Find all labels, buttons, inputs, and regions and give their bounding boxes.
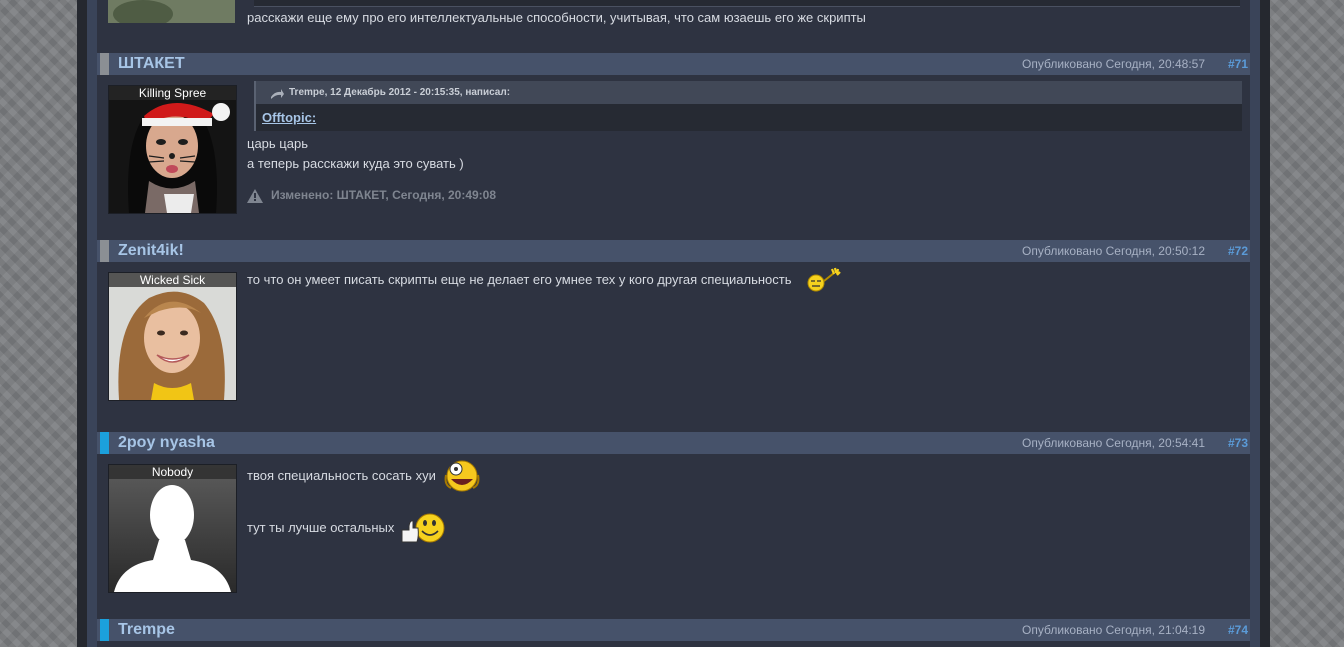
forum-frame: расскажи еще ему про его интеллектуальны… (87, 0, 1260, 647)
reply-arrow-icon (270, 87, 284, 105)
user-rank-title: Killing Spree (109, 86, 236, 100)
edit-note-text: Изменено: ШТАКЕТ, Сегодня, 20:49:08 (271, 188, 497, 202)
post-number-link[interactable]: #72 (1228, 244, 1248, 258)
post-text: расскажи еще ему про его интеллектуальны… (247, 10, 866, 25)
post-date: Опубликовано Сегодня, 21:04:19 (1022, 623, 1205, 637)
post-date: Опубликовано Сегодня, 20:54:41 (1022, 436, 1205, 450)
post-header: Zenit4ik! Опубликовано Сегодня, 20:50:12… (97, 240, 1250, 262)
smiley-laugh-icon (442, 459, 482, 498)
quote-body: Offtopic: (254, 104, 1242, 131)
post-number-link[interactable]: #74 (1228, 623, 1248, 637)
post-header: 2poy nyasha Опубликовано Сегодня, 20:54:… (97, 432, 1250, 454)
author-name[interactable]: Zenit4ik! (118, 242, 184, 260)
author-name[interactable]: ШТАКЕТ (118, 55, 185, 73)
online-marker (100, 619, 109, 641)
avatar[interactable]: Killing Spree (108, 85, 237, 214)
forum-outer-frame: расскажи еще ему про его интеллектуальны… (77, 0, 1270, 647)
post-number-link[interactable]: #71 (1228, 57, 1248, 71)
post-text-line: а теперь расскажи куда это сувать ) (247, 156, 464, 171)
author-name[interactable]: Trempe (118, 621, 175, 639)
user-rank-title: Wicked Sick (109, 273, 236, 287)
smiley-thumbs-up-icon (399, 512, 447, 551)
post-text: то что он умеет писать скрипты еще не де… (247, 272, 792, 287)
smiley-wave-icon (806, 267, 842, 298)
quote-header: Trempe, 12 Декабрь 2012 - 20:15:35, напи… (254, 81, 1242, 104)
warning-icon (247, 189, 263, 206)
spoiler-link[interactable]: Offtopic: (262, 110, 316, 125)
offline-marker (100, 53, 109, 75)
post-number-link[interactable]: #73 (1228, 436, 1248, 450)
post-header: ШТАКЕТ Опубликовано Сегодня, 20:48:57 #7… (97, 53, 1250, 75)
quote-end (254, 0, 1240, 7)
post-text-line: твоя специальность сосать хуи (247, 468, 436, 483)
online-marker (100, 432, 109, 454)
quote-author: Trempe, 12 Декабрь 2012 - 20:15:35, напи… (289, 87, 511, 98)
avatar[interactable]: Nobody (108, 464, 237, 593)
author-name[interactable]: 2poy nyasha (118, 434, 215, 452)
avatar[interactable]: Wicked Sick (108, 272, 237, 401)
user-rank-title: Nobody (109, 465, 236, 479)
offline-marker (100, 240, 109, 262)
post-date: Опубликовано Сегодня, 20:48:57 (1022, 57, 1205, 71)
topic-posts: расскажи еще ему про его интеллектуальны… (97, 0, 1250, 647)
post-text-line: тут ты лучше остальных (247, 520, 395, 535)
post-date: Опубликовано Сегодня, 20:50:12 (1022, 244, 1205, 258)
post-text-line: царь царь (247, 136, 308, 151)
avatar[interactable] (108, 0, 235, 23)
post-header: Trempe Опубликовано Сегодня, 21:04:19 #7… (97, 619, 1250, 641)
